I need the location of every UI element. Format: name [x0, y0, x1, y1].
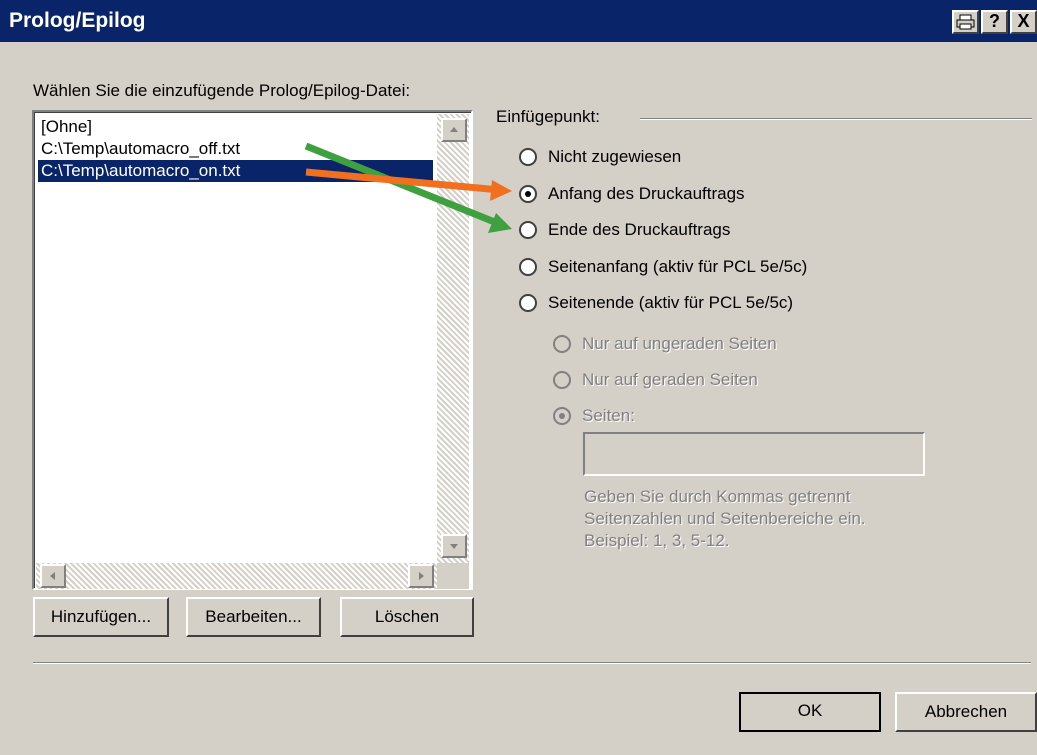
orange-arrowhead-icon	[490, 180, 512, 201]
annotation-arrows	[304, 142, 512, 233]
